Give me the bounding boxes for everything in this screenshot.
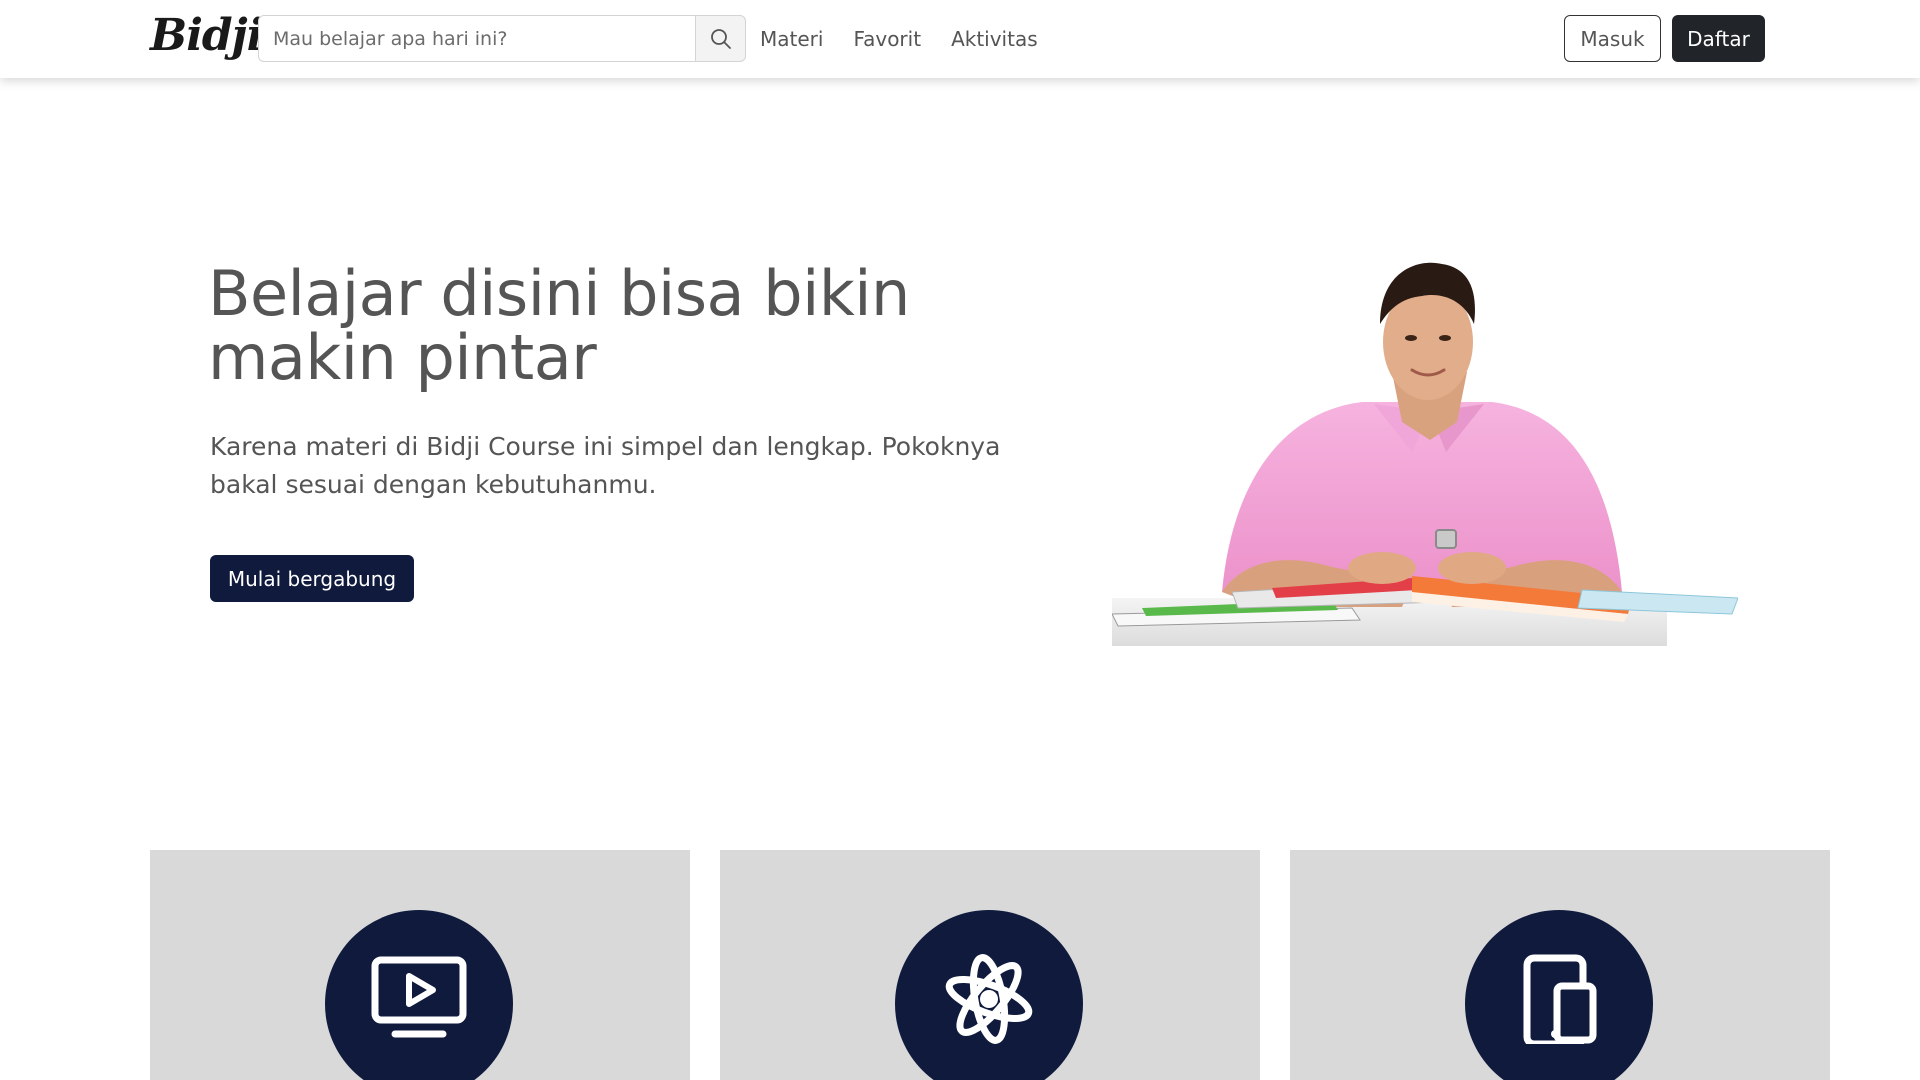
nav-link-aktivitas[interactable]: Aktivitas [951, 27, 1038, 51]
feature-card-mobile [1290, 850, 1830, 1080]
feature-icon-circle [1465, 910, 1653, 1080]
hero-subtitle: Karena materi di Bidji Course ini simpel… [210, 432, 1001, 499]
search-button[interactable] [695, 15, 746, 62]
hero-student-image [1111, 262, 1739, 646]
feature-icon-circle [325, 910, 513, 1080]
hero-title: Belajar disini bisa bikin makin pintar [208, 257, 910, 394]
nav-link-favorit[interactable]: Favorit [853, 27, 921, 51]
nav-link-materi[interactable]: Materi [760, 27, 823, 51]
search-input[interactable] [258, 15, 695, 62]
feature-card-science [720, 850, 1260, 1080]
register-button[interactable]: Daftar [1672, 15, 1765, 62]
brand-logo[interactable]: Bidji [150, 10, 263, 61]
login-button[interactable]: Masuk [1564, 15, 1661, 62]
feature-card-video [150, 850, 690, 1080]
atom-icon [945, 954, 1033, 1044]
navbar: Bidji Materi Favorit Aktivitas Masuk Daf… [0, 0, 1920, 78]
video-icon [371, 956, 467, 1038]
search-icon [710, 28, 731, 49]
feature-icon-circle [895, 910, 1083, 1080]
search-group [258, 15, 746, 62]
nav-links: Materi Favorit Aktivitas [760, 0, 1068, 78]
join-button[interactable]: Mulai bergabung [210, 555, 414, 602]
mobile-device-icon [1523, 954, 1597, 1044]
